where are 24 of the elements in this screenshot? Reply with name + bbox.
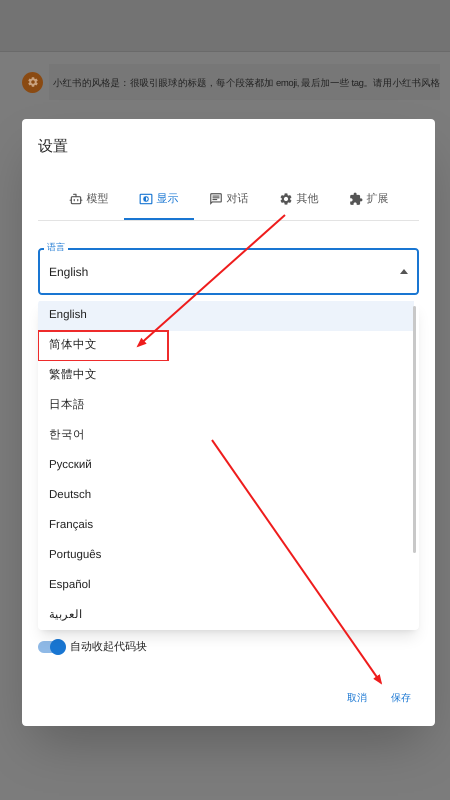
settings-tab[interactable]: 显示 <box>124 186 194 220</box>
toggle-switch[interactable] <box>38 640 64 653</box>
robot-icon <box>68 192 82 206</box>
dialog-title: 设置 <box>38 137 69 157</box>
chat-icon <box>208 192 222 206</box>
settings-icon <box>278 192 292 206</box>
message-text: 小红书的风格是：很吸引眼球的标题，每个段落都加 emoji, 最后加一些 tag。请用小红书风格 <box>53 78 440 89</box>
field-label: 语言 <box>44 242 68 253</box>
toggle-label: 自动收起代码块 <box>70 640 147 654</box>
select-value: English <box>49 264 88 280</box>
display-icon <box>138 192 152 206</box>
settings-tab[interactable]: 其他 <box>264 186 334 220</box>
settings-tab[interactable]: 模型 <box>54 186 124 220</box>
dialog-button[interactable]: 保存 <box>383 685 419 712</box>
dialog-button[interactable]: 取消 <box>339 685 375 712</box>
language-option[interactable]: العربية <box>38 601 414 630</box>
scrollbar[interactable] <box>413 306 416 553</box>
settings-icon <box>26 76 38 88</box>
puzzle-icon <box>348 192 362 206</box>
settings-tab[interactable]: 对话 <box>194 186 264 220</box>
language-option[interactable]: English <box>38 301 414 331</box>
caret-icon <box>400 269 408 274</box>
language-option[interactable]: 简体中文 <box>38 331 168 361</box>
settings-tab[interactable]: 扩展 <box>334 186 404 220</box>
